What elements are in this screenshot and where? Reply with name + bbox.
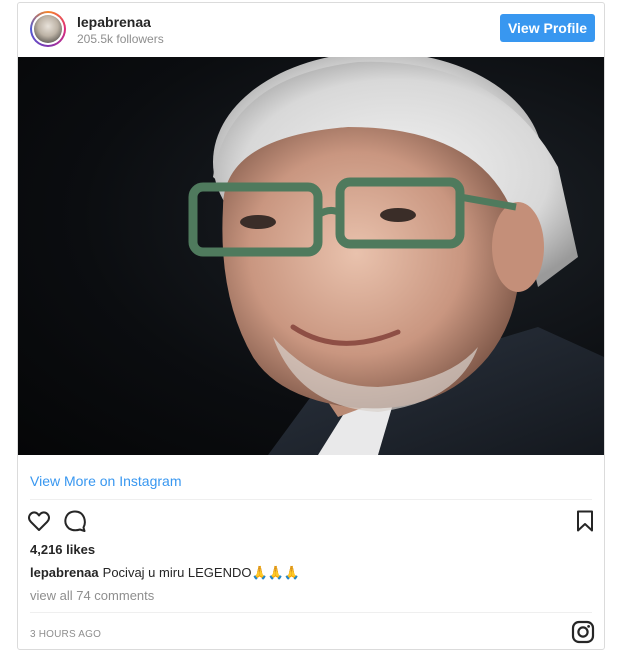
caption-text: Pocivaj u miru LEGENDO🙏🙏🙏 — [102, 565, 301, 580]
heart-icon[interactable] — [27, 509, 51, 533]
divider — [30, 612, 592, 613]
followers-count: 205.5k followers — [77, 32, 164, 46]
username[interactable]: lepabrenaa — [77, 14, 151, 30]
likes-count: 4,216 likes — [30, 542, 96, 557]
portrait-photo — [188, 57, 604, 455]
view-more-link[interactable]: View More on Instagram — [30, 473, 181, 489]
post-photo[interactable] — [18, 57, 604, 455]
avatar[interactable] — [30, 11, 66, 47]
view-profile-button[interactable]: View Profile — [500, 14, 595, 42]
post-timestamp: 3 HOURS AGO — [30, 629, 102, 640]
view-comments-link[interactable]: view all 74 comments — [30, 588, 154, 603]
instagram-embed-card: lepabrenaa 205.5k followers View Profile — [17, 2, 605, 650]
divider — [30, 499, 592, 500]
caption: lepabrenaa Pocivaj u miru LEGENDO🙏🙏🙏 — [30, 565, 300, 581]
bookmark-icon[interactable] — [573, 509, 597, 533]
caption-username[interactable]: lepabrenaa — [30, 565, 99, 580]
instagram-logo-icon[interactable] — [571, 620, 595, 644]
comment-icon[interactable] — [63, 509, 87, 533]
post-header: lepabrenaa 205.5k followers View Profile — [18, 3, 604, 57]
